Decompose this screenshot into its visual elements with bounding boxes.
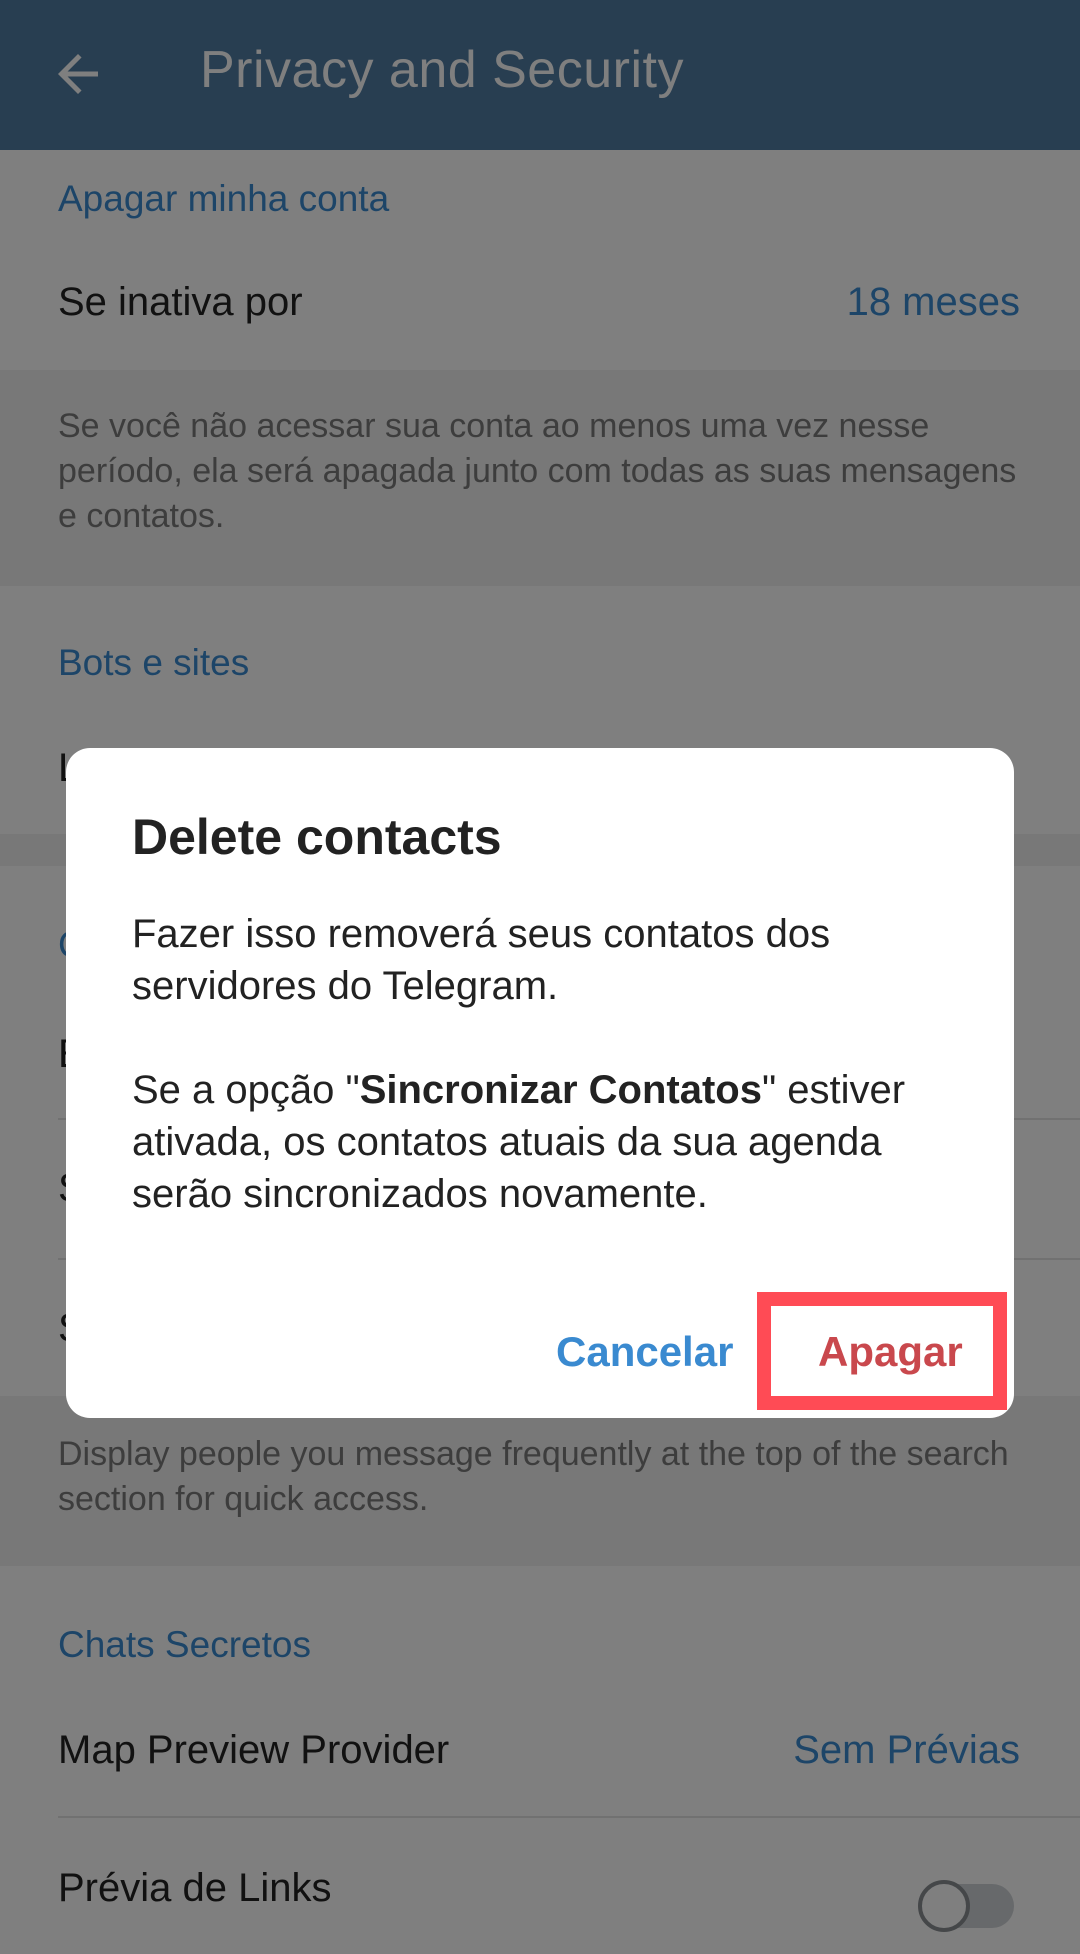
dialog-message-paragraph-2: Se a opção "Sincronizar Contatos" estive… <box>132 1064 962 1220</box>
highlight-box <box>757 1292 1007 1410</box>
dialog-text: Se a opção " <box>132 1068 360 1112</box>
dialog-message: Fazer isso removerá seus contatos dos se… <box>132 908 962 1220</box>
dialog-message-paragraph-1: Fazer isso removerá seus contatos dos se… <box>132 912 831 1008</box>
dialog-title: Delete contacts <box>132 809 502 865</box>
cancel-button[interactable]: Cancelar <box>556 1328 733 1376</box>
dialog-text-bold: Sincronizar Contatos <box>359 1068 762 1112</box>
